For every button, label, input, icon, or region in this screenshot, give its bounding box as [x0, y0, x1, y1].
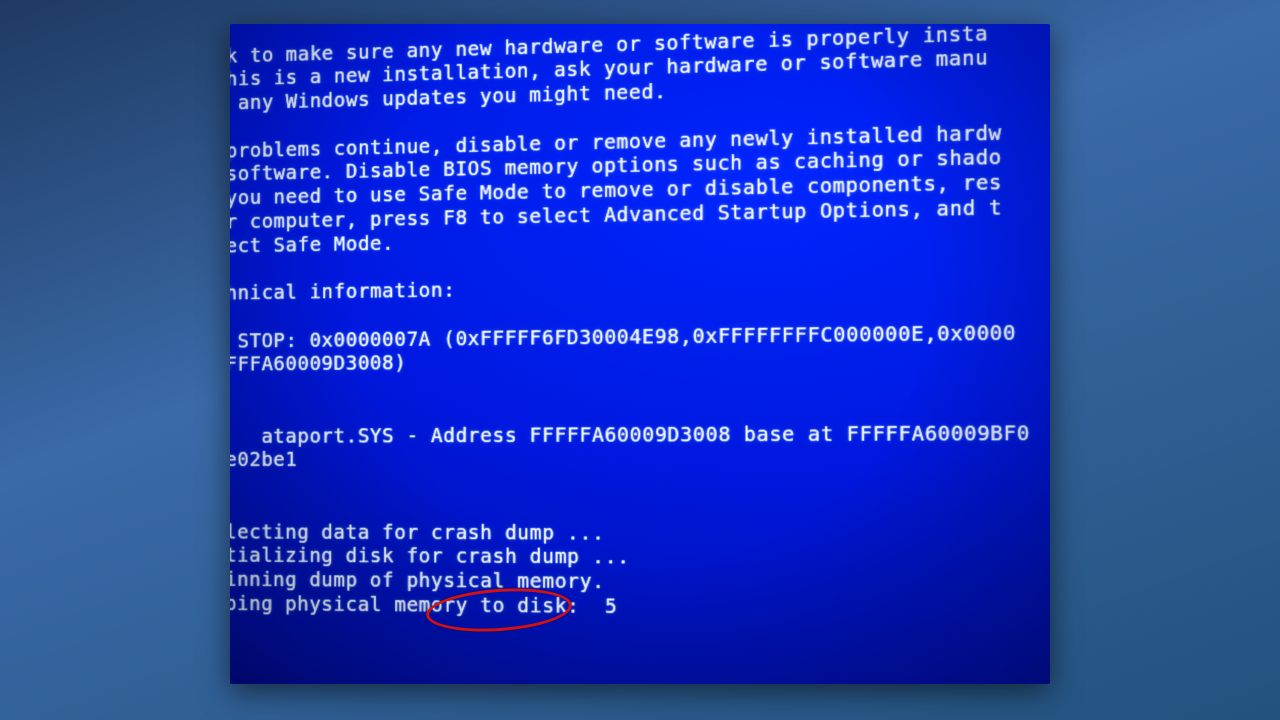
bsod-line [230, 497, 1050, 523]
bsod-line: *** ataport.SYS - Address FFFFFA60009D30… [230, 421, 1050, 449]
bsod-line [230, 472, 1050, 497]
bsod-screen: hese steps: heck to make sure any new ha… [230, 24, 1050, 684]
bsod-photo: hese steps: heck to make sure any new ha… [230, 24, 1050, 684]
bsod-line: Dumping physical memory to disk: 5 [230, 592, 1050, 624]
bsod-line [230, 396, 1050, 426]
bsod-line: 49e02be1 [230, 446, 1050, 473]
